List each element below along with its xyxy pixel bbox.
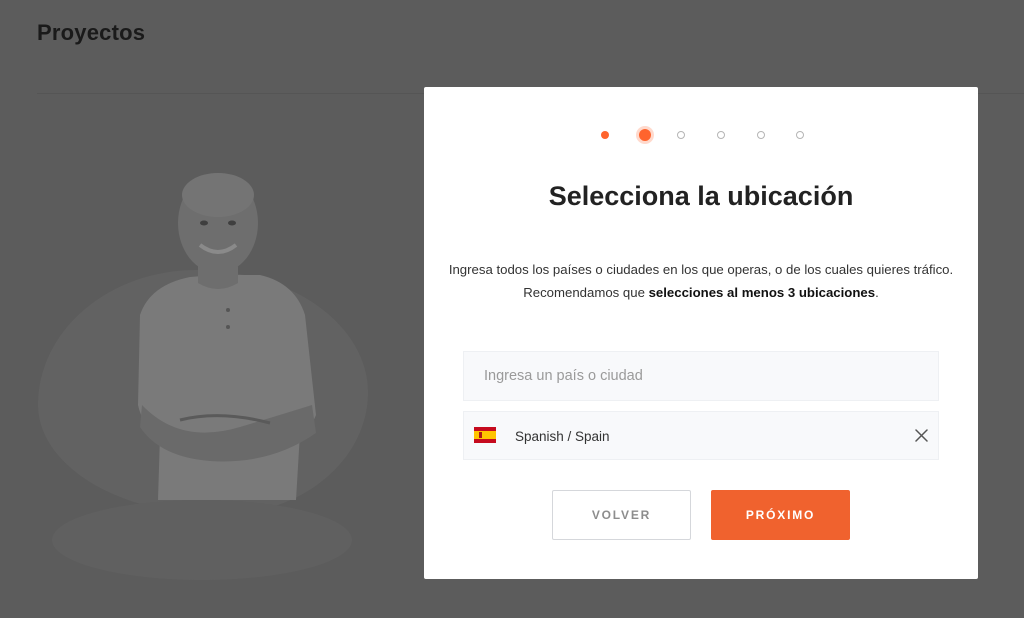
dialog-description: Ingresa todos los países o ciudades en l… [448,258,954,304]
hero-shadow-shape [52,500,352,580]
step-dot-2 [639,129,651,141]
location-dialog [424,87,978,579]
dialog-title: Selecciona la ubicación [548,181,854,211]
progress-stepper [595,127,815,143]
spain-flag-icon [474,427,496,443]
step-dot-3 [677,131,685,139]
description-end: . [875,285,879,300]
next-button[interactable]: PRÓXIMO [711,490,850,540]
location-search-input[interactable] [463,351,939,401]
hero-person-image [138,173,316,500]
selected-location-row: Spanish / Spain [463,411,939,460]
step-dot-4 [717,131,725,139]
step-dot-1 [601,131,609,139]
close-icon[interactable] [915,429,928,442]
step-dot-5 [757,131,765,139]
page-title: Proyectos [37,20,146,45]
selected-location-label: Spanish / Spain [515,429,610,444]
step-dot-6 [796,131,804,139]
back-button[interactable]: VOLVER [552,490,691,540]
app-page: Proyectos Selecciona la ubicación Ingres… [0,0,1024,618]
description-emphasis: selecciones al menos 3 ubicaciones [648,285,876,300]
